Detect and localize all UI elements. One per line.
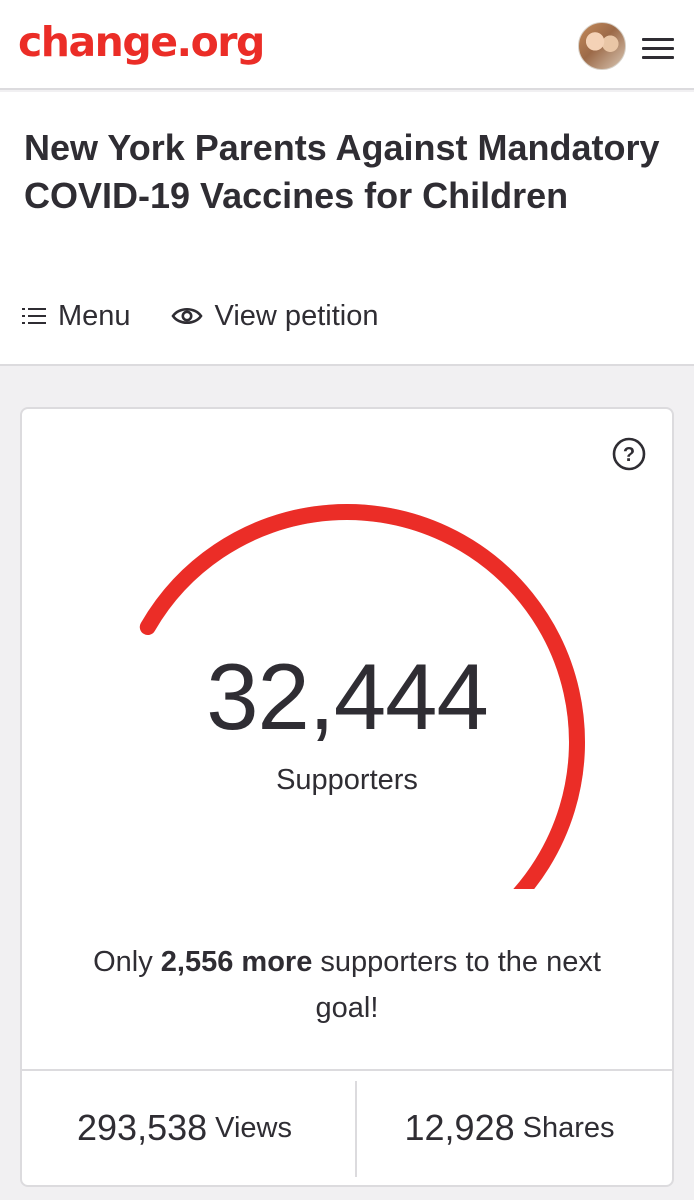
top-bar: change.org — [0, 0, 694, 90]
petition-subnav: Menu View petition — [22, 294, 378, 338]
stats-bar: 293,538 Views 12,928 Shares — [22, 1069, 672, 1185]
view-petition-label: View petition — [214, 299, 379, 332]
supporter-count: 32,444 — [206, 644, 489, 749]
next-goal-message: Only 2,556 more supporters to the next g… — [82, 939, 612, 1031]
supporter-count-label: Supporters — [276, 764, 418, 796]
views-count: 293,538 — [77, 1107, 208, 1148]
menu-label: Menu — [58, 299, 131, 332]
shares-count: 12,928 — [404, 1107, 515, 1148]
goal-prefix: Only — [93, 946, 161, 978]
list-icon — [22, 308, 46, 324]
views-label: Views — [215, 1111, 292, 1144]
view-petition-button[interactable]: View petition — [170, 299, 379, 333]
user-avatar[interactable] — [578, 22, 626, 70]
shares-stat: 12,928 Shares — [347, 1071, 672, 1185]
eye-icon — [170, 307, 203, 325]
views-stat: 293,538 Views — [22, 1071, 347, 1185]
menu-button[interactable]: Menu — [22, 300, 131, 333]
goal-remaining: 2,556 more — [160, 946, 313, 978]
goal-suffix: supporters to the next goal! — [312, 946, 601, 1024]
shares-label: Shares — [522, 1111, 615, 1144]
petition-header: New York Parents Against Mandatory COVID… — [0, 92, 694, 366]
petition-title: New York Parents Against Mandatory COVID… — [24, 127, 660, 216]
hamburger-icon[interactable] — [642, 34, 674, 60]
progress-card: ? 32,444 Supporters Only 2,556 more supp… — [20, 407, 674, 1187]
change-org-logo[interactable]: change.org — [18, 18, 265, 66]
